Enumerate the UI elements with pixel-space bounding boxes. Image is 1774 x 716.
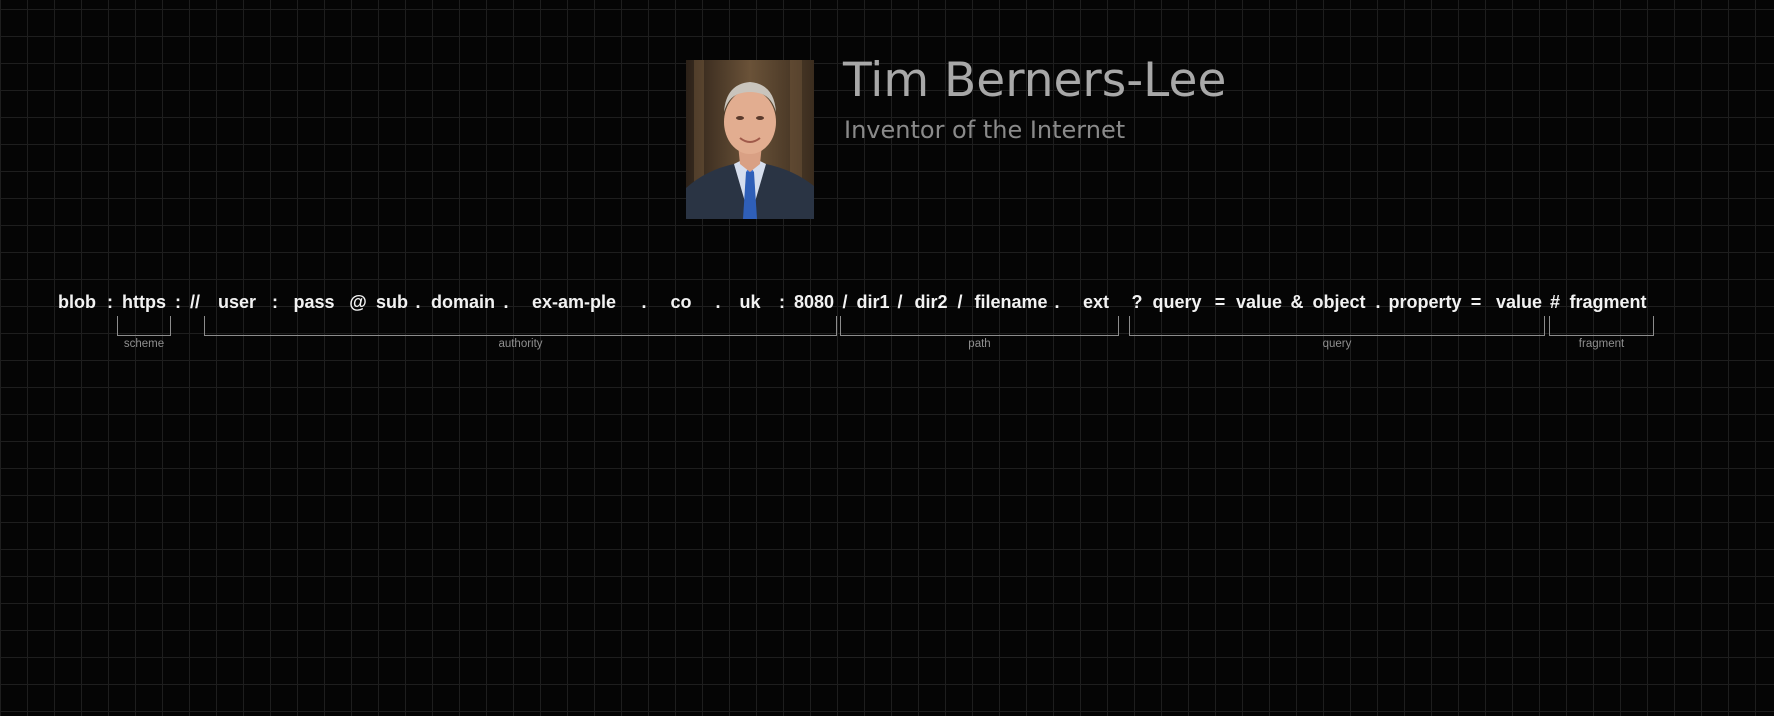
person-subtitle: Inventor of the Internet: [844, 116, 1126, 144]
url-token: domain: [430, 292, 496, 312]
url-token: :: [779, 292, 785, 312]
url-token: uk: [739, 292, 761, 312]
url-token: fragment: [1569, 292, 1647, 312]
url-token: ext: [1082, 292, 1110, 312]
segment-bracket-query: [1129, 316, 1545, 336]
url-token: object: [1312, 292, 1366, 312]
url-token: .: [715, 292, 721, 312]
url-token: ?: [1131, 292, 1143, 312]
url-token: /: [897, 292, 903, 312]
url-token: property: [1388, 292, 1462, 312]
diagram-canvas: Tim Berners-Lee Inventor of the Internet…: [0, 0, 1774, 716]
url-token: .: [1375, 292, 1381, 312]
url-token: :: [107, 292, 113, 312]
segment-label-path: path: [968, 338, 991, 350]
url-token: #: [1549, 292, 1561, 312]
url-token: .: [415, 292, 421, 312]
url-token: user: [217, 292, 257, 312]
url-token: .: [503, 292, 509, 312]
url-token: query: [1152, 292, 1202, 312]
portrait-photo: [686, 60, 814, 219]
url-token: filename: [974, 292, 1048, 312]
url-token: sub: [375, 292, 409, 312]
url-token: 8080: [793, 292, 835, 312]
url-token: dir2: [914, 292, 948, 312]
url-token: /: [842, 292, 848, 312]
url-token: ex-am-ple: [531, 292, 617, 312]
url-token: co: [670, 292, 692, 312]
segment-label-fragment: fragment: [1578, 338, 1625, 350]
segment-bracket-scheme: [117, 316, 171, 336]
url-token: :: [175, 292, 181, 312]
segment-bracket-authority: [204, 316, 837, 336]
url-token: @: [349, 292, 367, 312]
segment-label-query: query: [1322, 338, 1352, 350]
segment-label-scheme: scheme: [123, 338, 165, 350]
portrait-image: [686, 60, 814, 219]
url-token: blob: [58, 292, 96, 312]
url-token: //: [189, 292, 201, 312]
url-token: /: [957, 292, 963, 312]
url-token: .: [1054, 292, 1060, 312]
person-name: Tim Berners-Lee: [843, 53, 1227, 108]
url-token: =: [1470, 292, 1482, 312]
url-token: https: [122, 292, 166, 312]
url-token: dir1: [856, 292, 890, 312]
url-token: pass: [293, 292, 335, 312]
url-token: =: [1214, 292, 1226, 312]
url-token: value: [1235, 292, 1283, 312]
url-token: .: [641, 292, 647, 312]
segment-label-authority: authority: [498, 338, 543, 350]
segment-bracket-path: [840, 316, 1119, 336]
url-token: :: [272, 292, 278, 312]
url-token: &: [1290, 292, 1304, 312]
segment-bracket-fragment: [1549, 316, 1654, 336]
url-token: value: [1495, 292, 1543, 312]
